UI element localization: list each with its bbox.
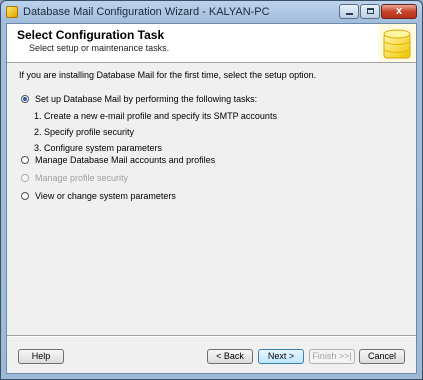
page-title: Select Configuration Task [17,28,165,42]
close-icon: x [395,5,403,17]
option-manage-accounts[interactable]: Manage Database Mail accounts and profil… [21,155,215,165]
help-button[interactable]: Help [18,349,64,364]
page-subtitle: Select setup or maintenance tasks. [29,43,170,53]
finish-button: Finish >>| [309,349,355,364]
radio-setup-database-mail[interactable] [21,95,29,103]
option-manage-profile-security-label: Manage profile security [35,173,129,183]
caption-buttons: x [338,4,417,19]
wizard-client-area: Select Configuration Task Select setup o… [6,23,417,374]
maximize-button[interactable] [360,4,380,19]
wizard-window: Database Mail Configuration Wizard - KAL… [0,0,423,380]
option-manage-accounts-label: Manage Database Mail accounts and profil… [35,155,216,165]
database-mail-banner-icon [378,24,416,62]
cancel-button[interactable]: Cancel [359,349,405,364]
minimize-button[interactable] [339,4,359,19]
back-button[interactable]: < Back [207,349,253,364]
setup-task-1: 1. Create a new e-mail profile and speci… [34,111,277,121]
footer-divider [7,335,416,337]
radio-manage-accounts[interactable] [21,156,29,164]
setup-task-2: 2. Specify profile security [34,127,135,137]
option-manage-profile-security: Manage profile security [21,173,128,183]
option-setup-database-mail[interactable]: Set up Database Mail by performing the f… [21,94,257,104]
maximize-icon [367,8,374,14]
close-button[interactable]: x [381,4,417,19]
radio-manage-profile-security [21,174,29,182]
option-system-parameters[interactable]: View or change system parameters [21,191,176,201]
title-bar[interactable]: Database Mail Configuration Wizard - KAL… [1,1,422,23]
setup-task-3: 3. Configure system parameters [34,143,163,153]
radio-system-parameters[interactable] [21,192,29,200]
option-setup-label: Set up Database Mail by performing the f… [35,94,258,104]
window-title: Database Mail Configuration Wizard - KAL… [23,6,270,18]
next-button[interactable]: Next > [258,349,304,364]
wizard-header: Select Configuration Task Select setup o… [7,24,416,63]
intro-text: If you are installing Database Mail for … [19,70,317,80]
option-system-parameters-label: View or change system parameters [35,191,176,201]
minimize-icon [346,13,353,15]
app-icon [6,6,18,18]
